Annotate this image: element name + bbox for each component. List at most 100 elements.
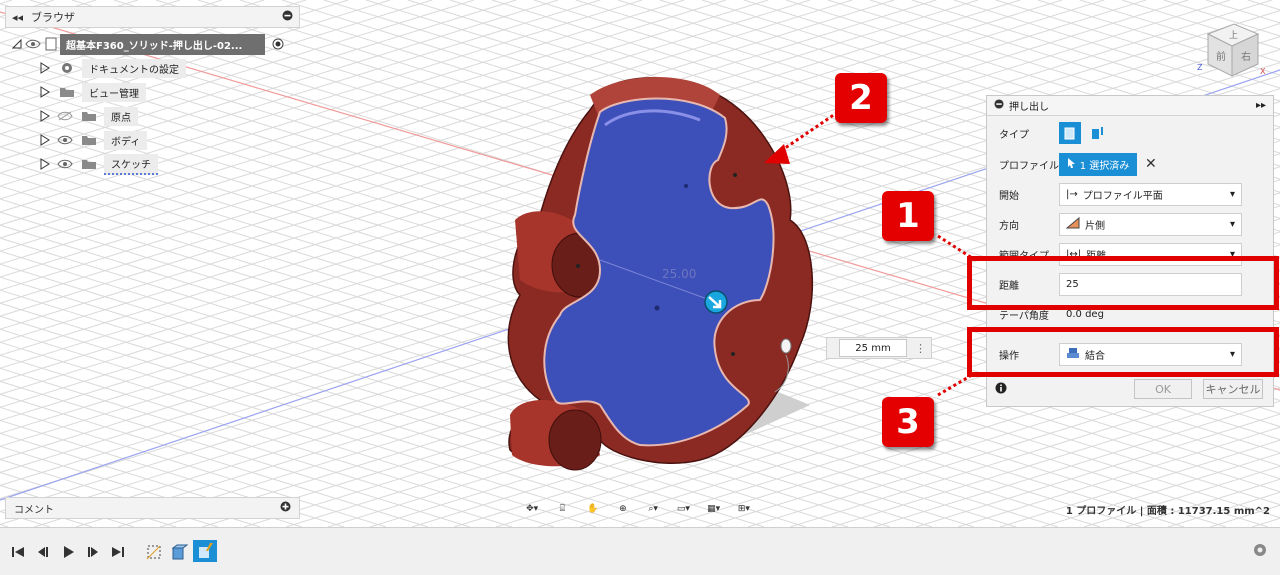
add-comment-icon[interactable] xyxy=(280,501,291,515)
axis-z-label: Z xyxy=(1197,63,1203,72)
play-icon[interactable] xyxy=(58,542,78,562)
solid-type-icon[interactable] xyxy=(1059,122,1081,144)
axis-x-label: X xyxy=(1260,67,1266,76)
go-to-start-icon[interactable] xyxy=(8,542,28,562)
start-label: 開始 xyxy=(999,190,1019,202)
expand-triangle-icon[interactable] xyxy=(38,61,52,75)
distance-manipulator: 25 mm ⋮ xyxy=(826,337,932,359)
type-label: タイプ xyxy=(999,129,1029,141)
folder-icon xyxy=(58,84,76,100)
row-type: タイプ xyxy=(987,120,1275,146)
go-to-end-icon[interactable] xyxy=(108,542,128,562)
row-direction: 方向 片側 ▾ xyxy=(987,211,1275,237)
step-forward-icon[interactable] xyxy=(83,542,103,562)
view-cube[interactable]: 上 前 右 Z X xyxy=(1196,12,1272,88)
minimize-icon[interactable] xyxy=(282,10,293,24)
dimension-label: 25.00 xyxy=(662,267,696,281)
grid-settings-icon[interactable]: ▦▾ xyxy=(700,497,728,521)
minimize-icon[interactable] xyxy=(994,99,1004,112)
folder-icon xyxy=(80,108,98,124)
direction-arrow-handle[interactable] xyxy=(704,290,728,314)
fit-zoom-icon[interactable]: ⌕▾ xyxy=(639,497,667,521)
extrude-feature-icon[interactable] xyxy=(169,542,189,562)
distance-viewport-input[interactable]: 25 mm xyxy=(839,339,907,357)
comment-bar: コメント xyxy=(5,497,300,519)
row-start: 開始 |→ プロファイル平面 ▾ xyxy=(987,181,1275,207)
profile-label: プロファイル xyxy=(999,160,1059,172)
orbit-icon[interactable]: ✥▾ xyxy=(518,497,546,521)
eye-icon[interactable] xyxy=(24,36,42,52)
active-extrude-feature-icon[interactable] xyxy=(193,540,217,562)
viewports-icon[interactable]: ⊞▾ xyxy=(730,497,758,521)
timeline-settings-gear-icon[interactable] xyxy=(1252,542,1268,561)
tree-label: スケッチ xyxy=(104,153,158,175)
step-back-icon[interactable] xyxy=(33,542,53,562)
tree-label: 原点 xyxy=(104,106,138,126)
browser-header: ◂◂ ブラウザ xyxy=(5,6,300,28)
zoom-icon[interactable]: ⊕ xyxy=(609,497,637,521)
navigation-toolbar: ✥▾ ⌸ ✋ ⊕ ⌕▾ ▭▾ ▦▾ ⊞▾ xyxy=(518,496,758,522)
direction-dropdown[interactable]: 片側 ▾ xyxy=(1059,212,1242,236)
pan-hand-icon[interactable]: ✋ xyxy=(579,497,607,521)
tree-item-document-settings[interactable]: ドキュメントの設定 xyxy=(10,56,302,80)
expand-triangle-icon[interactable] xyxy=(38,109,52,123)
clear-selection-icon[interactable]: ✕ xyxy=(1145,156,1157,172)
view-cube-right: 右 xyxy=(1241,50,1251,63)
folder-icon xyxy=(80,156,98,172)
view-cube-front: 前 xyxy=(1216,50,1226,63)
tree-root[interactable]: 超基本F360_ソリッド-押し出し-02... xyxy=(10,32,302,56)
callout-3: 3 xyxy=(882,397,934,447)
callout-2: 2 xyxy=(835,73,887,123)
root-component-label[interactable]: 超基本F360_ソリッド-押し出し-02... xyxy=(60,33,265,55)
tree-label: ボディ xyxy=(104,130,148,150)
expand-triangle-icon[interactable] xyxy=(38,85,52,99)
sketch-feature-icon[interactable] xyxy=(144,542,164,562)
info-icon[interactable] xyxy=(995,382,1007,397)
profile-plane-icon: |→ xyxy=(1066,188,1078,200)
eye-icon[interactable] xyxy=(56,156,74,172)
start-dropdown[interactable]: |→ プロファイル平面 ▾ xyxy=(1059,182,1242,206)
tree-item-view-management[interactable]: ビュー管理 xyxy=(10,80,302,104)
gear-icon xyxy=(58,60,76,76)
canvas-viewport[interactable]: 25.00 上 前 右 Z X ◂◂ ブラウザ 超基本F360_ソリッド-押し出… xyxy=(0,0,1280,527)
dialog-title: 押し出し xyxy=(1009,102,1049,113)
tree-item-sketches[interactable]: スケッチ xyxy=(10,152,302,176)
eye-icon[interactable] xyxy=(56,132,74,148)
eye-hidden-icon[interactable] xyxy=(56,108,74,124)
highlight-operation xyxy=(967,327,1279,377)
more-options-icon[interactable]: ⋮ xyxy=(915,342,926,355)
status-text: 1 プロファイル | 面積 : 11737.15 mm^2 xyxy=(1065,506,1270,517)
activate-radio-icon[interactable] xyxy=(269,36,287,52)
expand-triangle-icon[interactable] xyxy=(38,157,52,171)
comment-label: コメント xyxy=(14,504,54,516)
document-icon xyxy=(42,36,60,52)
tree-item-origin[interactable]: 原点 xyxy=(10,104,302,128)
highlight-distance xyxy=(967,256,1279,310)
view-cube-top: 上 xyxy=(1229,30,1238,41)
direction-label: 方向 xyxy=(999,220,1019,232)
callout-1: 1 xyxy=(882,191,934,241)
tree-item-bodies[interactable]: ボディ xyxy=(10,128,302,152)
row-profile: プロファイル 1 選択済み ✕ xyxy=(987,151,1275,177)
display-settings-icon[interactable]: ▭▾ xyxy=(669,497,697,521)
browser-tree: 超基本F360_ソリッド-押し出し-02... ドキュメントの設定 ビュー管理 … xyxy=(10,32,302,176)
collapse-left-icon[interactable]: ◂◂ xyxy=(12,11,23,24)
expand-right-icon[interactable]: ▸▸ xyxy=(1256,100,1266,111)
collapse-triangle-icon[interactable] xyxy=(10,37,24,51)
expand-triangle-icon[interactable] xyxy=(38,133,52,147)
cancel-button[interactable]: キャンセル xyxy=(1203,379,1263,399)
profile-select-button[interactable]: 1 選択済み xyxy=(1059,152,1137,176)
thin-type-icon[interactable] xyxy=(1087,122,1109,144)
ok-button[interactable]: OK xyxy=(1134,379,1192,399)
folder-icon xyxy=(80,132,98,148)
cursor-icon xyxy=(1067,157,1076,172)
browser-title: ブラウザ xyxy=(31,11,76,24)
type-buttons xyxy=(1059,122,1109,144)
tree-label: ドキュメントの設定 xyxy=(82,58,186,78)
look-at-icon[interactable]: ⌸ xyxy=(548,497,576,521)
chevron-down-icon: ▾ xyxy=(1229,188,1235,200)
timeline xyxy=(0,527,1280,575)
tree-label: ビュー管理 xyxy=(82,82,146,102)
dialog-header: 押し出し ▸▸ xyxy=(987,96,1273,116)
one-side-icon xyxy=(1065,216,1080,232)
